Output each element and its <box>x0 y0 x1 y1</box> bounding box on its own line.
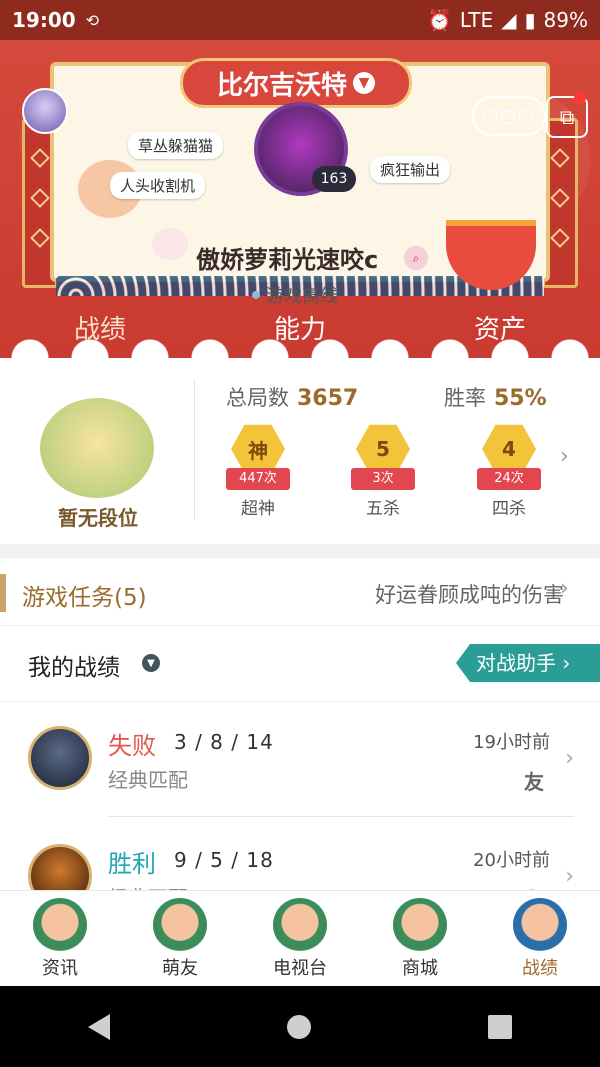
hero-avatar <box>28 844 92 890</box>
chevron-down-icon[interactable]: ▼ <box>142 654 160 672</box>
status-time: 19:00 <box>12 8 76 32</box>
chevron-right-icon: › <box>565 746 574 771</box>
medal-count: 447次 <box>226 468 290 490</box>
records-pig-icon <box>513 898 567 952</box>
status-bar: 19:00 ⟲ ⏰ LTE ◢ ▮ 89% <box>0 0 600 40</box>
status-dot-icon <box>252 291 260 299</box>
home-icon[interactable] <box>286 1014 311 1039</box>
pig-mascot-small-decoration <box>152 228 188 260</box>
shop-pig-icon <box>393 898 447 952</box>
server-name: 比尔吉沃特 <box>216 70 347 101</box>
win-rate-value: 55% <box>494 386 547 411</box>
chevron-right-icon: › <box>565 864 574 889</box>
stats-panel[interactable]: 暂无段位 总局数 3657 胜率 55% 神 447次 超神 5 3次 五杀 4 2… <box>0 358 600 544</box>
medal-quadrakill: 4 24次 四杀 <box>469 422 549 519</box>
battery-icon: ▮ <box>524 8 536 32</box>
match-result: 失败 <box>108 732 156 760</box>
rank-emblem <box>40 398 154 498</box>
back-icon[interactable] <box>88 1013 111 1040</box>
match-time: 20小时前 <box>473 850 550 871</box>
player-level-badge: 163 <box>312 166 356 192</box>
nav-news[interactable]: 资讯 <box>0 891 120 986</box>
nav-label: 萌友 <box>162 958 198 979</box>
match-time: 19小时前 <box>473 732 550 753</box>
hero-avatar <box>28 726 92 790</box>
nav-shop[interactable]: 商城 <box>360 891 480 986</box>
win-rate-label: 胜率 <box>444 386 486 410</box>
nav-label: 电视台 <box>273 958 327 979</box>
scallop-divider <box>0 318 600 358</box>
medal-name: 五杀 <box>366 499 400 519</box>
rank-label: 暂无段位 <box>58 506 138 530</box>
search-icon[interactable]: ⌕ <box>404 246 428 270</box>
chevron-right-icon[interactable]: › <box>560 444 569 469</box>
player-nickname: 傲娇萝莉光速咬c <box>196 246 379 274</box>
nav-label: 资讯 <box>42 958 78 979</box>
medal-count: 24次 <box>477 468 541 490</box>
more-menu-button[interactable]: ○○○ <box>472 96 546 136</box>
nav-label: 商城 <box>402 958 438 979</box>
status-right: ⏰ LTE ◢ ▮ 89% <box>427 8 588 32</box>
server-selector[interactable]: 比尔吉沃特 ▼ <box>180 58 412 108</box>
nav-label: 战绩 <box>522 958 558 979</box>
match-result: 胜利 <box>108 850 156 878</box>
friend-badge: 友 <box>524 770 544 794</box>
news-pig-icon <box>33 898 87 952</box>
match-mode: 经典匹配 <box>108 882 188 890</box>
records-list: 失败 3 / 8 / 14 经典匹配 19小时前 友 › 胜利 9 / 5 / … <box>0 702 600 890</box>
tasks-title: 游戏任务(5) <box>22 585 147 611</box>
medal-name: 四杀 <box>492 499 526 519</box>
game-tasks-row[interactable]: 游戏任务(5) 好运眷顾成吨的伤害 › <box>0 558 600 626</box>
medal-count: 3次 <box>351 468 415 490</box>
accent-bar <box>0 574 6 612</box>
total-games: 总局数 3657 <box>226 382 358 412</box>
tv-pig-icon <box>273 898 327 952</box>
my-records-title[interactable]: 我的战绩 <box>28 648 120 682</box>
nav-records[interactable]: 战绩 <box>480 891 600 986</box>
divider <box>194 380 195 520</box>
battle-assistant-label: 对战助手 <box>476 651 556 675</box>
battery-level: 89% <box>543 8 588 32</box>
medal-pentakill: 5 3次 五杀 <box>343 422 423 519</box>
nav-tv[interactable]: 电视台 <box>240 891 360 986</box>
sync-icon: ⟲ <box>85 10 100 30</box>
divider <box>108 816 574 817</box>
system-navigation-bar <box>0 986 600 1067</box>
battle-assistant-button[interactable]: 对战助手 › <box>456 644 600 682</box>
bottom-navigation: 资讯 萌友 电视台 商城 战绩 <box>0 890 600 986</box>
match-mode: 经典匹配 <box>108 768 188 792</box>
tag-label: 人头收割机 <box>110 172 206 199</box>
match-kda: 3 / 8 / 14 <box>174 730 274 754</box>
total-games-label: 总局数 <box>226 386 289 410</box>
list-item[interactable]: 胜利 9 / 5 / 18 经典匹配 20小时前 友 › <box>0 820 600 890</box>
total-games-value: 3657 <box>297 386 359 411</box>
alarm-icon: ⏰ <box>426 8 452 32</box>
match-kda: 9 / 5 / 18 <box>174 848 274 872</box>
nav-friends[interactable]: 萌友 <box>120 891 240 986</box>
my-records-header: 我的战绩 ▼ 对战助手 › <box>0 626 600 702</box>
medal-name: 超神 <box>241 499 275 519</box>
tag-label: 疯狂输出 <box>370 156 451 183</box>
tasks-description: 好运眷顾成吨的伤害 <box>375 583 564 607</box>
network-label: LTE <box>459 8 494 32</box>
friends-pig-icon <box>153 898 207 952</box>
medal-legendary: 神 447次 超神 <box>218 422 298 519</box>
notification-dot <box>574 92 586 104</box>
list-item[interactable]: 失败 3 / 8 / 14 经典匹配 19小时前 友 › <box>0 702 600 816</box>
signal-icon: ◢ <box>501 8 517 32</box>
recents-icon[interactable] <box>487 1014 512 1039</box>
chevron-down-icon: ▼ <box>353 72 375 94</box>
user-avatar[interactable] <box>22 88 68 134</box>
profile-header: 比尔吉沃特 ▼ ○○○ ⧉ 草丛躲猫猫 人头收割机 疯狂输出 163 傲娇萝莉光… <box>0 40 600 358</box>
win-rate: 胜率 55% <box>444 382 547 412</box>
tag-label: 草丛躲猫猫 <box>128 132 224 159</box>
chevron-right-icon: › <box>560 576 569 601</box>
